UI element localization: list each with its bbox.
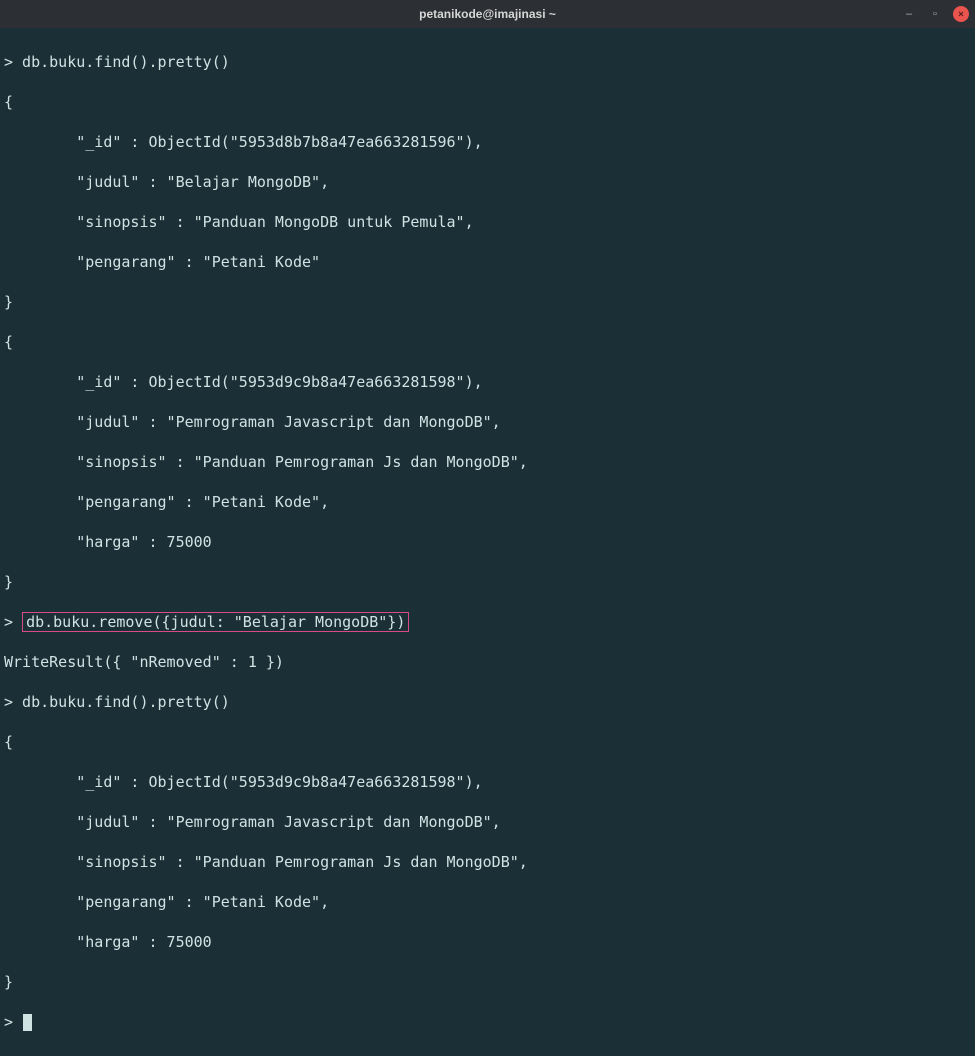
highlighted-command: db.buku.remove({judul: "Belajar MongoDB"… — [22, 612, 409, 632]
terminal-line: { — [4, 732, 971, 752]
terminal-line: "sinopsis" : "Panduan Pemrograman Js dan… — [4, 452, 971, 472]
terminal-line: "judul" : "Pemrograman Javascript dan Mo… — [4, 812, 971, 832]
terminal-line: } — [4, 572, 971, 592]
terminal-line: { — [4, 332, 971, 352]
terminal-line: } — [4, 972, 971, 992]
terminal-line: "judul" : "Belajar MongoDB", — [4, 172, 971, 192]
terminal-line: "_id" : ObjectId("5953d8b7b8a47ea6632815… — [4, 132, 971, 152]
terminal-line: } — [4, 292, 971, 312]
close-button[interactable]: × — [953, 6, 969, 22]
terminal-line: WriteResult({ "nRemoved" : 1 }) — [4, 652, 971, 672]
prompt-symbol: > — [4, 613, 22, 631]
window-controls: – ▫ × — [901, 0, 969, 28]
terminal-line: "pengarang" : "Petani Kode" — [4, 252, 971, 272]
window-title: petanikode@imajinasi ~ — [419, 7, 556, 21]
terminal-body[interactable]: > db.buku.find().pretty() { "_id" : Obje… — [0, 28, 975, 1056]
terminal-line: > db.buku.find().pretty() — [4, 692, 971, 712]
prompt-symbol: > — [4, 1013, 22, 1031]
cursor — [23, 1014, 32, 1031]
terminal-line: "sinopsis" : "Panduan MongoDB untuk Pemu… — [4, 212, 971, 232]
terminal-line: "sinopsis" : "Panduan Pemrograman Js dan… — [4, 852, 971, 872]
terminal-line: { — [4, 92, 971, 112]
terminal-line: > db.buku.remove({judul: "Belajar MongoD… — [4, 612, 971, 632]
terminal-line: > db.buku.find().pretty() — [4, 52, 971, 72]
terminal-line: "harga" : 75000 — [4, 932, 971, 952]
terminal-line: "_id" : ObjectId("5953d9c9b8a47ea6632815… — [4, 372, 971, 392]
terminal-line: "pengarang" : "Petani Kode", — [4, 892, 971, 912]
terminal-line: "pengarang" : "Petani Kode", — [4, 492, 971, 512]
terminal-line: > — [4, 1012, 971, 1032]
minimize-button[interactable]: – — [901, 6, 917, 22]
window-titlebar: petanikode@imajinasi ~ – ▫ × — [0, 0, 975, 28]
terminal-line: "_id" : ObjectId("5953d9c9b8a47ea6632815… — [4, 772, 971, 792]
maximize-button[interactable]: ▫ — [927, 6, 943, 22]
terminal-line: "harga" : 75000 — [4, 532, 971, 552]
terminal-line: "judul" : "Pemrograman Javascript dan Mo… — [4, 412, 971, 432]
